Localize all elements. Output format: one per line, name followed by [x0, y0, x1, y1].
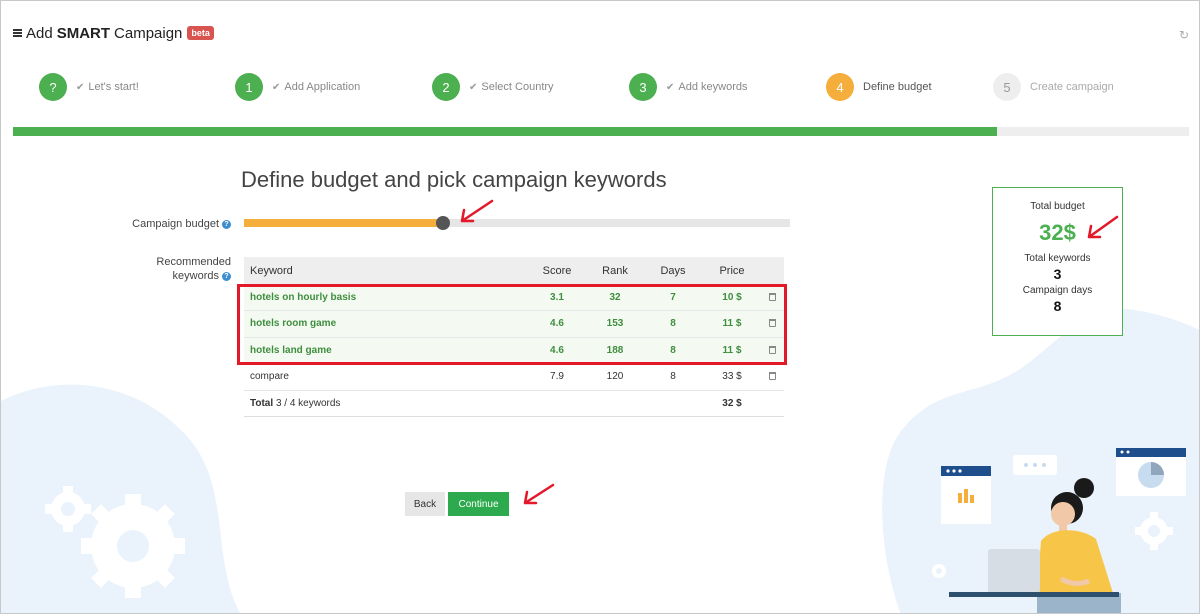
- back-button[interactable]: Back: [405, 492, 445, 516]
- step-label: Add keywords: [678, 81, 748, 93]
- step-label: Add Application: [284, 81, 361, 93]
- check-icon: ✔: [666, 81, 675, 93]
- column-header-rank: Rank: [588, 257, 642, 284]
- wizard-progress-bar: [13, 127, 1189, 136]
- refresh-icon[interactable]: ↻: [1179, 29, 1191, 41]
- progress-fill: [13, 127, 998, 136]
- wizard-steps: ? ✔ Let's start! 1 ✔ Add Application 2 ✔ Se…: [1, 72, 1199, 102]
- browser-window-icon: [941, 466, 991, 524]
- page-header: Add SMART Campaign beta: [13, 23, 214, 43]
- total-keywords-value: 3: [1053, 266, 1062, 282]
- step-number: 2: [432, 73, 460, 101]
- total-price: 32 $: [704, 390, 760, 417]
- column-header-days: Days: [642, 257, 704, 284]
- gear-large-icon: [81, 494, 185, 598]
- step-lets-start[interactable]: ? ✔ Let's start!: [39, 72, 139, 102]
- delete-icon[interactable]: [768, 372, 776, 381]
- column-header-score: Score: [526, 257, 588, 284]
- header-title-suffix: Campaign: [114, 24, 183, 42]
- step-label: Define budget: [863, 81, 932, 93]
- step-define-budget[interactable]: 4 Define budget: [826, 72, 932, 102]
- score-cell: 7.9: [526, 363, 588, 391]
- app-window: Add SMART Campaign beta ↻ ? ✔ Let's start…: [0, 0, 1200, 614]
- table-header-row: Keyword Score Rank Days Price: [244, 257, 784, 284]
- annotation-arrow-continue-icon: [523, 483, 555, 505]
- step-add-keywords[interactable]: 3 ✔ Add keywords: [629, 72, 747, 102]
- hamburger-menu-icon[interactable]: [13, 29, 22, 37]
- total-keywords-label: Total keywords: [1024, 253, 1091, 264]
- header-title-prefix: Add: [26, 24, 53, 42]
- step-label: Select Country: [481, 81, 554, 93]
- recommended-keywords-label: Recommended keywords?: [156, 256, 231, 282]
- price-cell: 33 $: [704, 363, 760, 391]
- budget-summary-card: Total budget 32$ Total keywords 3 Campai…: [992, 187, 1123, 336]
- step-number: 5: [993, 73, 1021, 101]
- step-number: 3: [629, 73, 657, 101]
- column-header-keyword: Keyword: [244, 257, 526, 284]
- pie-chart-window-icon: [1116, 448, 1186, 496]
- step-add-application[interactable]: 1 ✔ Add Application: [235, 72, 360, 102]
- step-number: 1: [235, 73, 263, 101]
- help-icon[interactable]: ?: [222, 219, 231, 229]
- continue-button[interactable]: Continue: [448, 492, 509, 516]
- campaign-days-label: Campaign days: [1022, 285, 1093, 296]
- annotation-arrow-budget-icon: [1087, 215, 1119, 239]
- slider-fill: [244, 219, 444, 227]
- step-number: ?: [39, 73, 67, 101]
- column-header-price: Price: [704, 257, 760, 284]
- step-label: Let's start!: [88, 81, 139, 93]
- chat-bubble-icon: [1013, 455, 1057, 475]
- step-number: 4: [826, 73, 854, 101]
- table-total-row: Total 3 / 4 keywords 32 $: [244, 390, 784, 417]
- page-title: Define budget and pick campaign keywords: [241, 167, 667, 192]
- campaign-days-value: 8: [1053, 298, 1062, 314]
- check-icon: ✔: [76, 81, 85, 93]
- help-icon[interactable]: ?: [222, 271, 231, 281]
- annotation-arrow-slider-icon: [460, 199, 494, 223]
- step-label: Create campaign: [1030, 81, 1114, 93]
- rank-cell: 120: [588, 363, 642, 391]
- beta-badge: beta: [187, 26, 214, 40]
- total-label: Total: [250, 397, 274, 409]
- keyword-cell: compare: [244, 363, 526, 391]
- step-select-country[interactable]: 2 ✔ Select Country: [432, 72, 554, 102]
- days-cell: 8: [642, 363, 704, 391]
- total-count: 3 / 4 keywords: [275, 397, 341, 409]
- selected-rows-annotation: [237, 284, 787, 365]
- campaign-budget-slider[interactable]: [244, 216, 790, 230]
- table-row[interactable]: compare 7.9 120 8 33 $: [244, 363, 784, 391]
- step-create-campaign: 5 Create campaign: [993, 72, 1114, 102]
- check-icon: ✔: [469, 81, 478, 93]
- header-title-bold: SMART: [56, 24, 111, 42]
- check-icon: ✔: [272, 81, 281, 93]
- campaign-budget-label: Campaign budget?: [101, 217, 231, 231]
- total-budget-label: Total budget: [1030, 201, 1085, 212]
- gear-tiny-icon: [932, 564, 946, 578]
